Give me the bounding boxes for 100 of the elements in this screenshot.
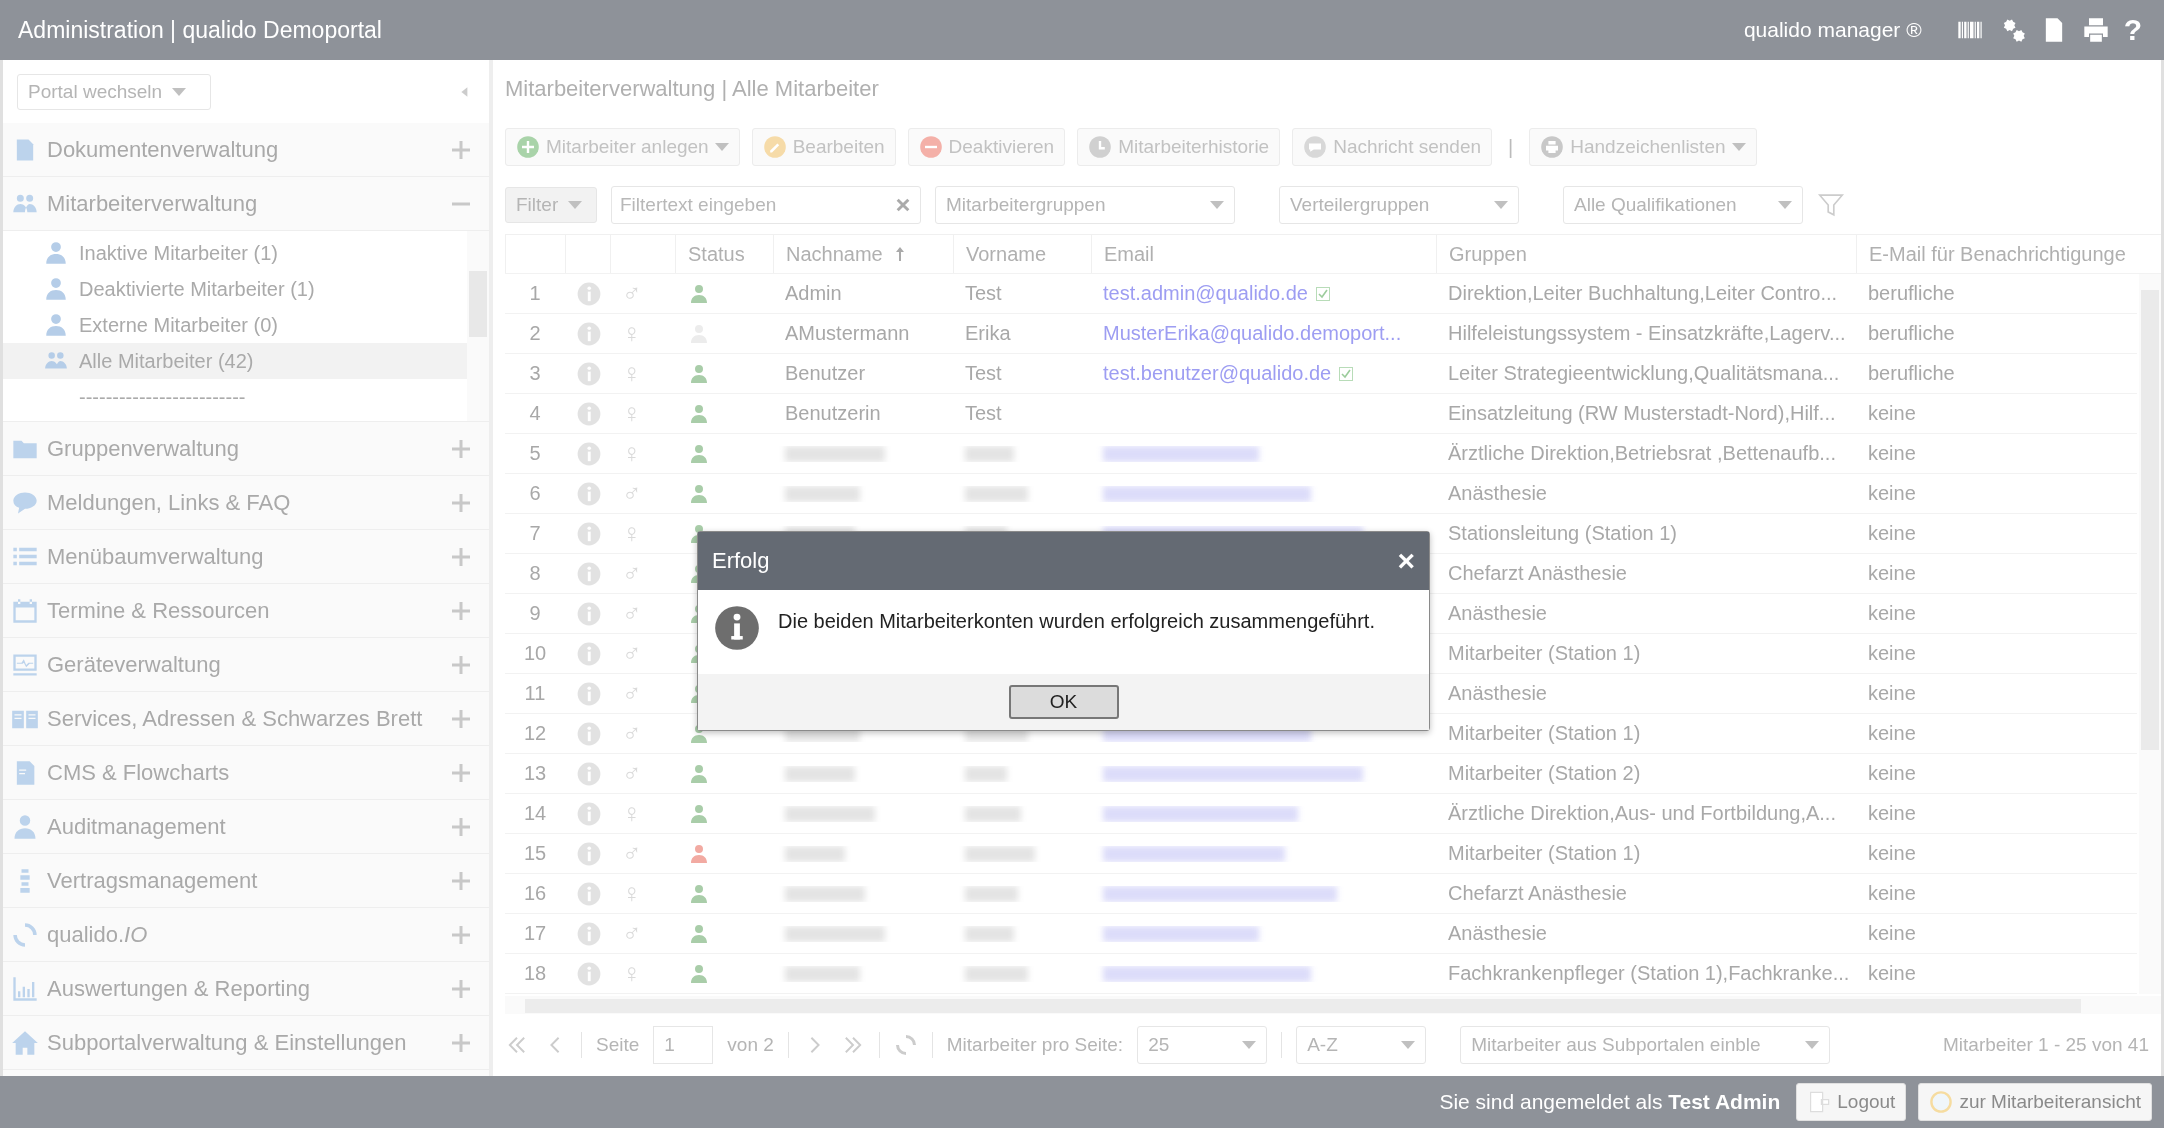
toolbar-button[interactable]: Deaktivieren	[907, 128, 1066, 166]
row-number: 18	[522, 962, 548, 986]
column-header[interactable]: E-Mail für Benachrichtigunge	[1869, 242, 2126, 266]
gender-symbol: ♂	[622, 918, 642, 950]
email-link[interactable]: MusterErika@qualido.demoport...	[1103, 322, 1402, 346]
sidebar-item[interactable]: Inaktive Mitarbeiter (1)	[3, 235, 467, 271]
column-header[interactable]: Email	[1104, 242, 1154, 266]
subportal-select[interactable]: Mitarbeiter aus Subportalen einble	[1460, 1026, 1831, 1064]
record-summary: Mitarbeiter 1 - 25 von 41	[1943, 1034, 2149, 1056]
filter-field[interactable]: Filtertext eingeben	[611, 186, 921, 224]
table-cell-text: Admin	[784, 282, 843, 306]
status-button[interactable]: zur Mitarbeiteransicht	[1918, 1083, 2152, 1121]
sidebar-section[interactable]: Menübaumverwaltung	[3, 530, 489, 584]
sidebar-section[interactable]: Services, Adressen & Schwarzes Brett	[3, 692, 489, 746]
table-cell-text: keine	[1867, 522, 1917, 546]
portal-select[interactable]: Portal wechseln	[17, 73, 211, 110]
email-link[interactable]: test.admin@qualido.de	[1103, 282, 1308, 306]
row-number: 1	[528, 282, 542, 306]
help-button[interactable]: ?	[2123, 13, 2142, 47]
table-cell-text: Stationsleitung (Station 1)	[1447, 522, 1679, 546]
sidebar-section[interactable]: Vertragsmanagement	[3, 854, 489, 908]
breadcrumb: Mitarbeiterverwaltung | Alle Mitarbeiter	[505, 75, 880, 103]
gender-symbol: ♂	[622, 718, 642, 750]
filter-select[interactable]: Mitarbeitergruppen	[935, 186, 1235, 224]
gender-symbol: ♂	[622, 758, 642, 790]
row-number: 6	[528, 482, 542, 506]
row-number: 17	[522, 922, 548, 946]
product-name: qualido manager ®	[1743, 18, 1922, 42]
column-header[interactable]: Nachname	[786, 242, 883, 266]
sort-select[interactable]: A-Z	[1296, 1026, 1427, 1064]
sidebar-section[interactable]: Termine & Ressourcen	[3, 584, 489, 638]
per-page-select[interactable]: 25	[1137, 1026, 1268, 1064]
filter-select[interactable]: Alle Qualifikationen	[1563, 186, 1803, 224]
gender-symbol: ♂	[622, 678, 642, 710]
table-cell-text: Anästhesie	[1447, 602, 1548, 626]
table-cell-text: Anästhesie	[1447, 922, 1548, 946]
status-button[interactable]: Logout	[1796, 1083, 1907, 1121]
table-cell-text: keine	[1867, 682, 1917, 706]
table-cell-text: Mitarbeiter (Station 1)	[1447, 642, 1642, 666]
filter-select[interactable]: Verteilergruppen	[1279, 186, 1519, 224]
sidebar-section[interactable]: Dokumentenverwaltung	[3, 123, 489, 177]
row-number: 12	[522, 722, 548, 746]
sidebar-section[interactable]: Meldungen, Links & FAQ	[3, 476, 489, 530]
row-number: 13	[522, 762, 548, 786]
table-cell-text: keine	[1867, 482, 1917, 506]
ok-button[interactable]: OK	[1008, 685, 1119, 719]
page-field[interactable]: 1	[653, 1026, 714, 1064]
gender-symbol: ♀	[622, 878, 642, 910]
sidebar-item[interactable]: -------------------------	[3, 379, 467, 415]
gender-symbol: ♀	[622, 318, 642, 350]
table-cell-text: keine	[1867, 562, 1917, 586]
toolbar-button[interactable]: Nachricht senden	[1292, 128, 1493, 166]
gender-symbol: ♀	[622, 958, 642, 990]
filter-dropdown[interactable]: Filter	[505, 187, 597, 223]
row-number: 5	[528, 442, 542, 466]
table-cell-text: Benutzer	[784, 362, 867, 386]
sidebar-section[interactable]: Gruppenverwaltung	[3, 422, 489, 476]
toolbar-button[interactable]: Mitarbeiterhistorie	[1077, 128, 1281, 166]
column-header[interactable]: Gruppen	[1449, 242, 1527, 266]
sidebar-section[interactable]: Subportalverwaltung & Einstellungen	[3, 1016, 489, 1070]
table-cell-text: Fachkrankenpfleger (Station 1),Fachkranke...	[1447, 962, 1851, 986]
table-cell-text: Test	[964, 362, 1003, 386]
row-number: 4	[528, 402, 542, 426]
table-cell-text: AMustermann	[784, 322, 911, 346]
toolbar-separator: |	[1507, 135, 1515, 159]
gender-symbol: ♂	[622, 478, 642, 510]
table-cell-text: keine	[1867, 802, 1917, 826]
table-cell-text: keine	[1867, 722, 1917, 746]
table-cell-text: Chefarzt Anästhesie	[1447, 562, 1628, 586]
toolbar-button[interactable]: Mitarbeiter anlegen	[505, 128, 740, 166]
app-title: Administration | qualido Demoportal	[18, 16, 382, 44]
login-info: Sie sind angemeldet als Test Admin	[1439, 1090, 1781, 1114]
sidebar-section[interactable]: Auswertungen & Reporting	[3, 962, 489, 1016]
table-cell-text: Benutzerin	[784, 402, 882, 426]
email-link[interactable]: test.benutzer@qualido.de	[1103, 362, 1332, 386]
gender-symbol: ♀	[622, 398, 642, 430]
sidebar-item[interactable]: Deaktivierte Mitarbeiter (1)	[3, 271, 467, 307]
table-cell-text: Chefarzt Anästhesie	[1447, 882, 1628, 906]
column-header[interactable]: Vorname	[966, 242, 1047, 266]
table-cell-text: Einsatzleitung (RW Musterstadt-Nord),Hilf...	[1447, 402, 1837, 426]
sidebar-section[interactable]: Auditmanagement	[3, 800, 489, 854]
row-number: 3	[528, 362, 542, 386]
sidebar-item[interactable]: Externe Mitarbeiter (0)	[3, 307, 467, 343]
table-cell-text: keine	[1867, 922, 1917, 946]
sidebar-item[interactable]: Alle Mitarbeiter (42)	[3, 343, 467, 379]
column-header[interactable]: Status	[688, 242, 745, 266]
close-button[interactable]: ×	[1397, 546, 1415, 576]
table-cell-text: Leiter Strategieentwicklung,Qualitätsmana...	[1447, 362, 1841, 386]
table-cell-text: Ärztliche Direktion,Betriebsrat ,Bettenaufb...	[1447, 442, 1837, 466]
sidebar-section[interactable]: qualido.IO	[3, 908, 489, 962]
table-cell-text: Ärztliche Direktion,Aus- und Fortbildung,A...	[1447, 802, 1837, 826]
gender-symbol: ♂	[622, 638, 642, 670]
page-count: von 2	[727, 1034, 774, 1056]
sidebar-section[interactable]: CMS & Flowcharts	[3, 746, 489, 800]
toolbar-button[interactable]: Bearbeiten	[751, 128, 896, 166]
sidebar-section[interactable]: Geräteverwaltung	[3, 638, 489, 692]
toolbar-button[interactable]: Handzeichenlisten	[1529, 128, 1757, 166]
table-cell-text: Hilfeleistungssystem - Einsatzkräfte,Lagerv...	[1447, 322, 1847, 346]
gender-symbol: ♀	[622, 798, 642, 830]
gender-symbol: ♀	[622, 358, 642, 390]
